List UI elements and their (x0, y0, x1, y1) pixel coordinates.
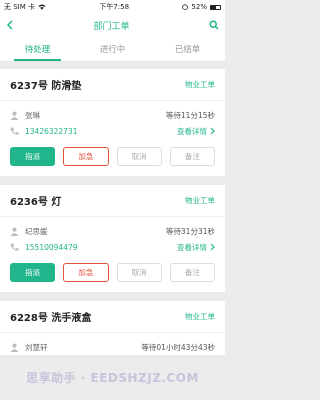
order-list: 6237号 防滑垫 物业工单 张琳 等待11分15秒 13426322731 查… (0, 62, 225, 355)
order-card: 6237号 防滑垫 物业工单 张琳 等待11分15秒 13426322731 查… (0, 69, 225, 176)
status-tabs: 待处理 进行中 已结单 (0, 36, 225, 62)
phone-number[interactable]: 15510094479 (25, 243, 78, 252)
watermark: 思享助手 · EEDSHZJZ.COM (26, 371, 199, 385)
battery-icon (209, 4, 221, 10)
view-details-label: 查看详情 (177, 126, 207, 136)
wait-time: 等待11分15秒 (165, 110, 215, 120)
remark-button[interactable]: 备注 (169, 147, 215, 166)
search-icon[interactable] (209, 20, 219, 30)
back-icon[interactable] (6, 20, 14, 30)
status-time: 下午7:58 (99, 3, 130, 11)
phone-number[interactable]: 13426322731 (25, 127, 78, 136)
assign-button[interactable]: 指派 (10, 263, 56, 282)
tab-pending[interactable]: 待处理 (0, 36, 75, 61)
order-title: 6236号 灯 (10, 197, 62, 208)
order-type-badge: 物业工单 (185, 312, 215, 321)
person-icon (10, 227, 19, 236)
urgent-button[interactable]: 加急 (63, 263, 109, 282)
wait-time: 等待01小时43分43秒 (141, 342, 215, 352)
requester-name: 刘慧轩 (25, 342, 48, 352)
urgent-button[interactable]: 加急 (63, 147, 109, 166)
assign-button[interactable]: 指派 (10, 147, 56, 166)
chevron-right-icon (210, 243, 215, 251)
cancel-button[interactable]: 取消 (116, 147, 162, 166)
view-details-link[interactable]: 查看详情 (177, 126, 215, 137)
view-details-label: 查看详情 (177, 242, 207, 252)
alarm-icon (182, 4, 189, 10)
status-bar: 无 SIM 卡 下午7:58 52% (0, 0, 225, 14)
chevron-right-icon (210, 127, 215, 135)
person-icon (10, 111, 19, 120)
carrier-label: 无 SIM 卡 (4, 3, 35, 11)
tab-in-progress[interactable]: 进行中 (75, 36, 150, 61)
battery-percent: 52% (191, 3, 207, 11)
remark-button[interactable]: 备注 (169, 263, 215, 282)
person-icon (10, 343, 19, 352)
order-title: 6237号 防滑垫 (10, 81, 82, 92)
page-title: 部门工单 (93, 21, 130, 32)
order-title: 6228号 洗手液盒 (10, 313, 92, 324)
phone-icon (10, 243, 19, 252)
order-type-badge: 物业工单 (185, 196, 215, 205)
nav-bar: 部门工单 (0, 14, 225, 36)
tab-closed[interactable]: 已结单 (150, 36, 225, 61)
cancel-button[interactable]: 取消 (116, 263, 162, 282)
wifi-icon (38, 4, 46, 10)
phone-icon (10, 127, 19, 136)
view-details-link[interactable]: 查看详情 (177, 242, 215, 253)
order-type-badge: 物业工单 (185, 80, 215, 89)
wait-time: 等待31分31秒 (165, 226, 215, 236)
order-card: 6236号 灯 物业工单 纪思媛 等待31分31秒 15510094479 查看… (0, 185, 225, 292)
order-card: 6228号 洗手液盒 物业工单 刘慧轩 等待01小时43分43秒 (0, 301, 225, 355)
requester-name: 张琳 (25, 110, 40, 120)
requester-name: 纪思媛 (25, 226, 48, 236)
